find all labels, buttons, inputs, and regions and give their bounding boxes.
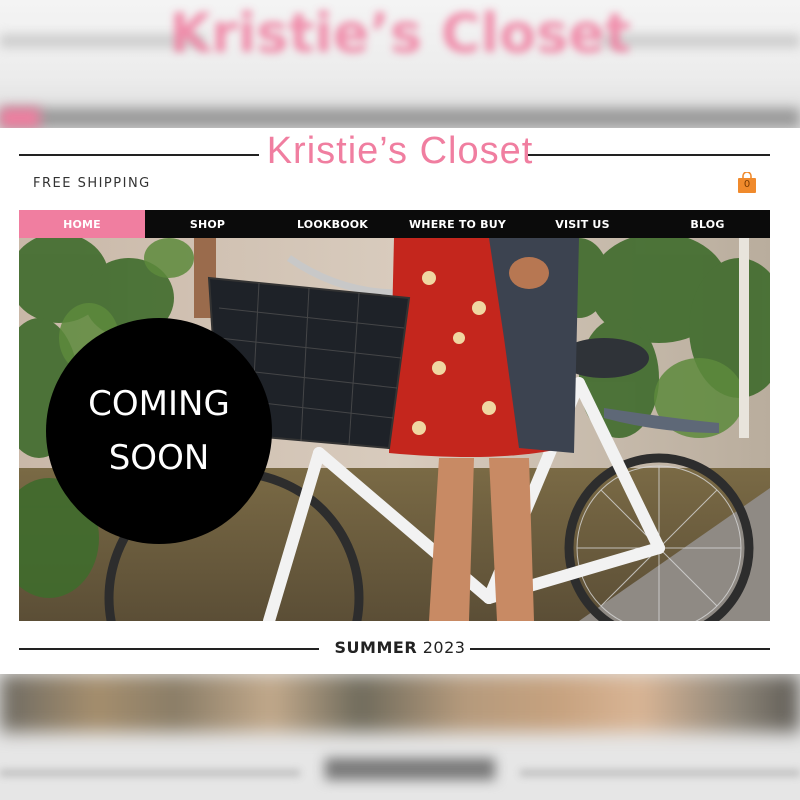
coming-soon-line2: SOON (108, 438, 210, 478)
blurred-footer-label (325, 758, 495, 780)
header-divider-right (528, 154, 770, 156)
blurred-site-title: Kristie’s Closet (169, 2, 631, 65)
blurred-divider (520, 770, 800, 776)
nav-label: LOOKBOOK (296, 217, 369, 231)
nav-lookbook[interactable]: LOOKBOOK (270, 210, 395, 238)
nav-visit-us[interactable]: VISIT US (520, 210, 645, 238)
cart-count: 0 (743, 179, 751, 190)
nav-label: HOME (63, 217, 101, 231)
shopping-bag-icon[interactable]: 0 (737, 171, 757, 194)
blurred-background-top: Kristie’s Closet (0, 0, 800, 128)
footer-divider-right (470, 648, 770, 650)
collection-year: 2023 (422, 638, 466, 657)
nav-shop[interactable]: SHOP (145, 210, 270, 238)
free-shipping-notice: FREE SHIPPING (33, 176, 151, 191)
blurred-divider (0, 770, 300, 776)
collection-season: SUMMER (334, 638, 418, 657)
nav-label: VISIT US (555, 217, 610, 231)
nav-home[interactable]: HOME (19, 210, 145, 238)
coming-soon-line1: COMING (88, 384, 230, 424)
nav-label: BLOG (690, 217, 725, 231)
nav-label: SHOP (189, 217, 226, 231)
blurred-nav-bar (0, 108, 800, 128)
nav-label: WHERE TO BUY (408, 217, 507, 231)
coming-soon-badge: COMING SOON (46, 318, 272, 544)
site-title[interactable]: Kristie’s Closet (0, 130, 800, 173)
blurred-nav-active (0, 108, 40, 128)
blurred-photo-strip (0, 674, 800, 732)
nav-blog[interactable]: BLOG (645, 210, 770, 238)
main-nav: HOME SHOP LOOKBOOK WHERE TO BUY VISIT US… (19, 210, 770, 238)
nav-where-to-buy[interactable]: WHERE TO BUY (395, 210, 520, 238)
